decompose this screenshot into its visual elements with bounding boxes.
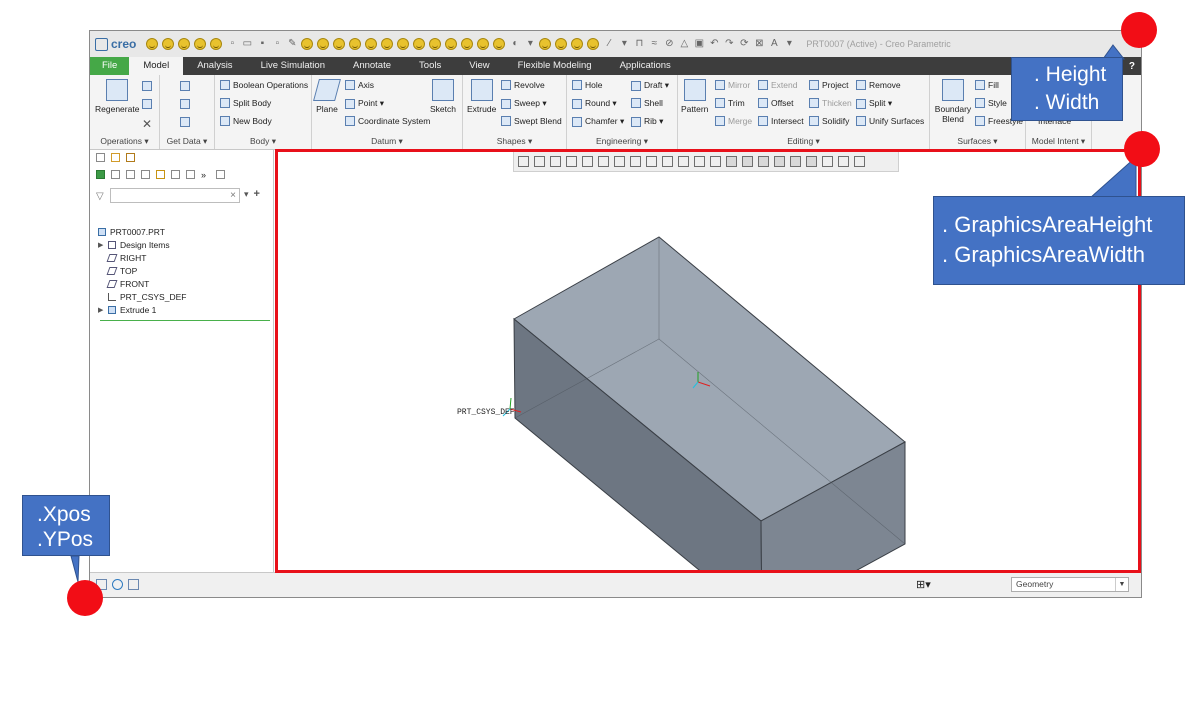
window-corner-marker: [1121, 12, 1157, 48]
callout-tails: [70, 44, 1137, 583]
origin-position-marker: [67, 580, 103, 616]
graphics-corner-marker: [1124, 131, 1160, 167]
graphics-area-callout: . GraphicsAreaHeight . GraphicsAreaWidth: [933, 196, 1185, 285]
callout-width-label: . Width: [1034, 91, 1100, 114]
pos-callout: .Xpos .YPos: [22, 495, 110, 556]
callout-tail-graphics-area: [1088, 155, 1137, 199]
height-width-callout: . Height . Width: [1011, 57, 1123, 121]
callout-graphics-height-label: . GraphicsAreaHeight: [942, 212, 1153, 237]
callout-height-label: . Height: [1034, 63, 1107, 86]
callout-graphics-width-label: . GraphicsAreaWidth: [942, 242, 1145, 267]
callout-xpos-label: .Xpos: [37, 503, 91, 526]
callout-ypos-label: .YPos: [37, 528, 94, 551]
callout-tail-pos: [70, 555, 80, 583]
